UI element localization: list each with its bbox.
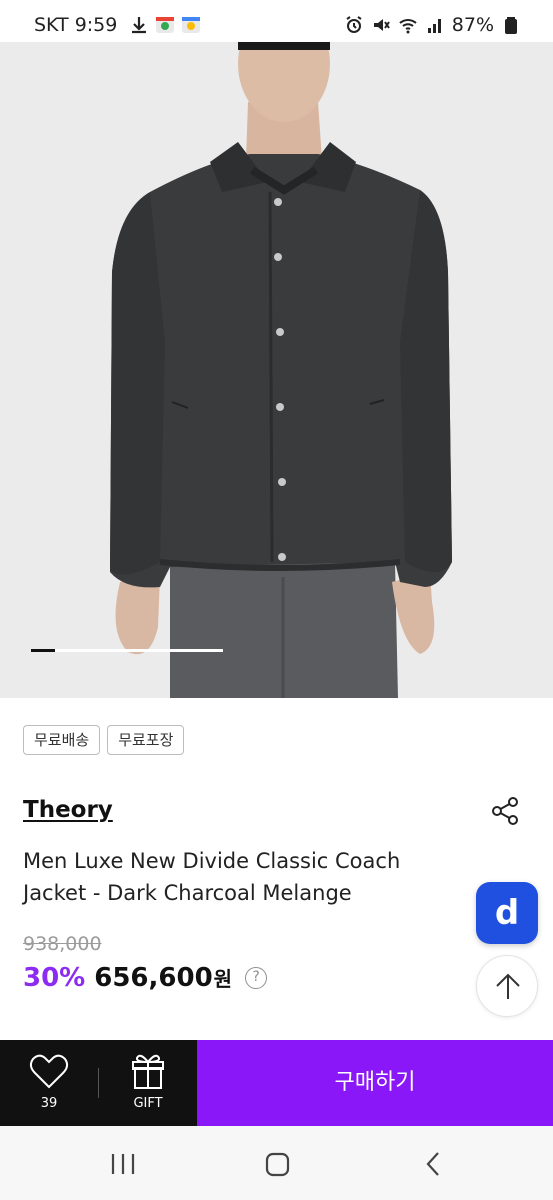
download-icon: [132, 17, 147, 34]
tag-free-wrapping: 무료포장: [107, 725, 185, 755]
scroll-to-top-button[interactable]: [476, 955, 538, 1017]
alarm-icon: [346, 16, 362, 33]
benefit-tags: 무료배송 무료포장: [23, 725, 185, 755]
back-icon[interactable]: [426, 1152, 439, 1176]
currency-unit: 원: [213, 967, 233, 991]
price-row: 30% 656,600 원 ?: [23, 963, 268, 993]
product-photo: [0, 42, 553, 698]
tag-free-shipping: 무료배송: [23, 725, 101, 755]
brand-link[interactable]: Theory: [23, 797, 113, 823]
battery-icon: [505, 17, 517, 34]
carousel-pager: [31, 649, 223, 652]
home-icon[interactable]: [265, 1152, 290, 1177]
gift-button[interactable]: GIFT: [99, 1040, 197, 1126]
share-icon[interactable]: [489, 795, 521, 827]
location-app-icon: [156, 17, 175, 33]
app-floating-button[interactable]: d: [476, 882, 538, 944]
location-app-icon-2: [182, 17, 201, 33]
app-floating-button-label: d: [494, 893, 520, 933]
gift-icon: [132, 1054, 164, 1089]
buy-button[interactable]: 구매하기: [197, 1040, 553, 1126]
discount-rate: 30%: [23, 963, 86, 993]
price-help-icon[interactable]: ?: [245, 967, 268, 989]
status-bar: SKT 9:59 87%: [0, 0, 553, 44]
sale-price: 656,600: [94, 963, 213, 993]
bottom-action-bar: 39 GIFT 구매하기: [0, 1040, 553, 1126]
arrow-up-icon: [496, 973, 520, 999]
original-price: 938,000: [23, 933, 102, 955]
like-count: 39: [40, 1096, 58, 1111]
recent-apps-icon[interactable]: [111, 1154, 135, 1174]
heart-icon: [29, 1054, 69, 1089]
carousel-pager-progress: [31, 649, 55, 652]
carrier-time: SKT 9:59: [34, 14, 118, 36]
product-image-carousel[interactable]: [0, 42, 553, 698]
gift-label: GIFT: [133, 1096, 163, 1111]
product-title: Men Luxe New Divide Classic Coach Jacket…: [23, 849, 401, 905]
signal-icon: [427, 19, 441, 33]
system-navigation-bar: [0, 1126, 553, 1200]
mute-icon: [373, 19, 390, 31]
wifi-icon: [399, 19, 417, 34]
like-button[interactable]: 39: [0, 1040, 98, 1126]
battery-percent: 87%: [451, 14, 494, 36]
